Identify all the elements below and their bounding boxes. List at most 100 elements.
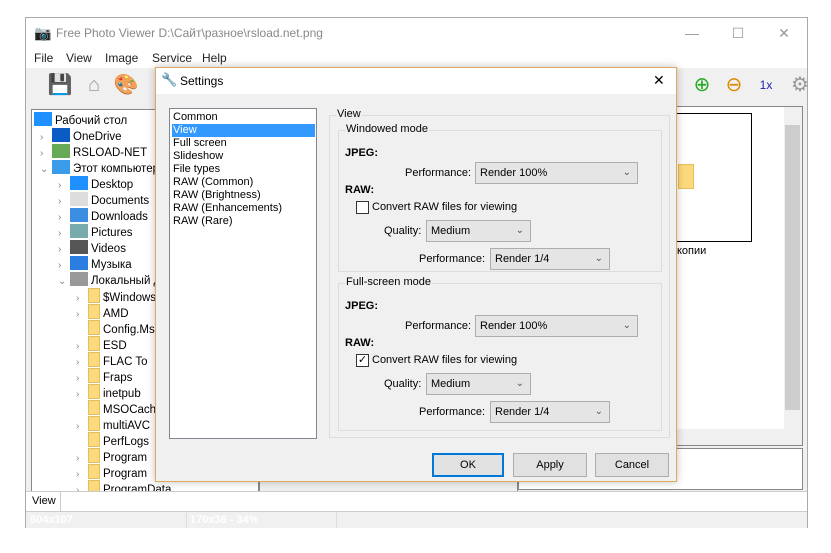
cancel-button[interactable]: Cancel [595, 453, 669, 477]
bottom-tabs: View [26, 491, 807, 511]
tree-item-label: multiAVC [103, 420, 151, 432]
maximize-button[interactable]: ☐ [715, 18, 761, 48]
category-item[interactable]: File types [172, 163, 315, 176]
window-title: Free Photo Viewer D:\Сайт\разное\rsload.… [56, 26, 323, 40]
tree-item[interactable]: › Videos [58, 240, 126, 256]
camera-icon: 📷 [34, 25, 52, 41]
tree-item[interactable]: › RSLOAD-NET [40, 144, 147, 160]
scrollbar-thumb[interactable] [785, 125, 800, 410]
tree-item-label: PerfLogs [103, 436, 150, 448]
palette-icon[interactable]: 🎨 [112, 72, 140, 98]
ok-button[interactable]: OK [432, 453, 504, 477]
raw-performance-value: Render 1/4 [495, 406, 550, 418]
apply-button[interactable]: Apply [513, 453, 587, 477]
vertical-scrollbar[interactable] [784, 107, 802, 429]
raw-performance-label: Performance: [419, 253, 486, 265]
desktop-icon [70, 176, 88, 190]
tree-item[interactable]: › Downloads [58, 208, 148, 224]
tree-item[interactable]: Config.Msi [76, 320, 157, 336]
tree-item-label: Config.Msi [103, 324, 158, 336]
jpeg-label: JPEG: [345, 300, 379, 312]
chevron-down-icon: ⌄ [622, 167, 631, 178]
category-item[interactable]: View [172, 124, 315, 137]
raw-performance-select[interactable]: Render 1/4 ⌄ [490, 401, 610, 423]
tree-item-label: Program [103, 468, 148, 480]
settings-dialog: 🔧 Settings ✕ Common View Full screen Slides… [155, 67, 677, 482]
documents-icon [70, 192, 88, 206]
tree-item[interactable]: › FLAC To [76, 352, 148, 368]
expander-icon[interactable]: ⌄ [40, 162, 52, 178]
tree-item[interactable]: › Program [76, 448, 147, 464]
tree-item[interactable]: › AMD [76, 304, 129, 320]
chevron-down-icon: ⌄ [594, 253, 603, 264]
jpeg-performance-select[interactable]: Render 100% ⌄ [475, 162, 638, 184]
dialog-title: Settings [180, 74, 224, 88]
folder-icon [88, 320, 100, 335]
tree-item-label: Videos [91, 243, 126, 255]
menu-service[interactable]: Service [152, 51, 192, 65]
tree-item[interactable]: › multiAVC [76, 416, 150, 432]
quality-select[interactable]: Medium ⌄ [426, 373, 531, 395]
convert-raw-label[interactable]: Convert RAW files for viewing [372, 201, 517, 213]
tree-item-label: Program [103, 452, 148, 464]
category-item[interactable]: Common [172, 111, 315, 124]
close-button[interactable]: ✕ [761, 18, 807, 48]
tree-item[interactable]: › $Windows [76, 288, 156, 304]
zoom-actual-icon[interactable]: 1x [752, 72, 780, 98]
tab-view[interactable]: View [26, 492, 61, 511]
menu-view[interactable]: View [66, 51, 92, 65]
tree-item-label: inetpub [103, 388, 141, 400]
tree-item-label: Desktop [91, 179, 134, 191]
folder-icon [88, 352, 100, 367]
category-item[interactable]: RAW (Rare) [172, 215, 315, 228]
tree-item[interactable]: › ESD [76, 336, 127, 352]
expander-icon[interactable]: ⌄ [58, 274, 70, 290]
jpeg-performance-select[interactable]: Render 100% ⌄ [475, 315, 638, 337]
tree-item-label: ESD [103, 340, 127, 352]
minimize-button[interactable]: — [669, 18, 715, 48]
set-wallpaper-icon[interactable]: ⌂ [80, 72, 108, 98]
raw-performance-label: Performance: [419, 406, 486, 418]
tree-item[interactable]: › inetpub [76, 384, 141, 400]
computer-icon [52, 160, 70, 174]
dialog-close-button[interactable]: ✕ [653, 72, 665, 89]
tree-item[interactable]: › Desktop [58, 176, 133, 192]
save-icon[interactable]: 💾 [46, 72, 74, 98]
jpeg-performance-value: Render 100% [480, 167, 548, 179]
convert-raw-checkbox[interactable] [356, 201, 369, 214]
category-item[interactable]: RAW (Enhancements) [172, 202, 315, 215]
tree-item[interactable]: MSOCache [76, 400, 162, 416]
zoom-in-icon[interactable]: ⊕ [688, 72, 716, 98]
category-item[interactable]: RAW (Common) [172, 176, 315, 189]
title-bar: 📷 Free Photo Viewer D:\Сайт\разное\rsloa… [26, 18, 807, 48]
menu-help[interactable]: Help [202, 51, 227, 65]
tree-item-label: FLAC To [103, 356, 148, 368]
menu-file[interactable]: File [34, 51, 53, 65]
zoom-out-icon[interactable]: ⊖ [720, 72, 748, 98]
convert-raw-label[interactable]: Convert RAW files for viewing [372, 354, 517, 366]
tree-item[interactable]: › Pictures [58, 224, 133, 240]
raw-performance-select[interactable]: Render 1/4 ⌄ [490, 248, 610, 270]
tree-item[interactable]: › OneDrive [40, 128, 122, 144]
settings-gear-icon[interactable]: ⚙ [786, 72, 814, 98]
chevron-down-icon: ⌄ [622, 320, 631, 331]
tree-item-label: Этот компьютер [73, 163, 159, 175]
category-item[interactable]: Slideshow [172, 150, 315, 163]
tree-item[interactable]: ⌄ Этот компьютер [40, 160, 159, 176]
category-item[interactable]: Full screen [172, 137, 315, 150]
tree-item[interactable]: › Program [76, 464, 147, 480]
category-item[interactable]: RAW (Brightness) [172, 189, 315, 202]
quality-select[interactable]: Medium ⌄ [426, 220, 531, 242]
convert-raw-checkbox[interactable]: ✓ [356, 354, 369, 367]
tree-item[interactable]: › Музыка [58, 256, 132, 272]
tree-item[interactable]: › Fraps [76, 368, 132, 384]
music-icon [70, 256, 88, 270]
tree-item[interactable]: PerfLogs [76, 432, 149, 448]
category-list[interactable]: Common View Full screen Slideshow File types… [169, 108, 317, 439]
tree-item[interactable]: Рабочий стол [34, 112, 127, 128]
tree-item[interactable]: › Documents [58, 192, 149, 208]
folder-icon [678, 164, 694, 189]
desktop-icon [34, 112, 52, 126]
menu-image[interactable]: Image [105, 51, 138, 65]
downloads-icon [70, 208, 88, 222]
